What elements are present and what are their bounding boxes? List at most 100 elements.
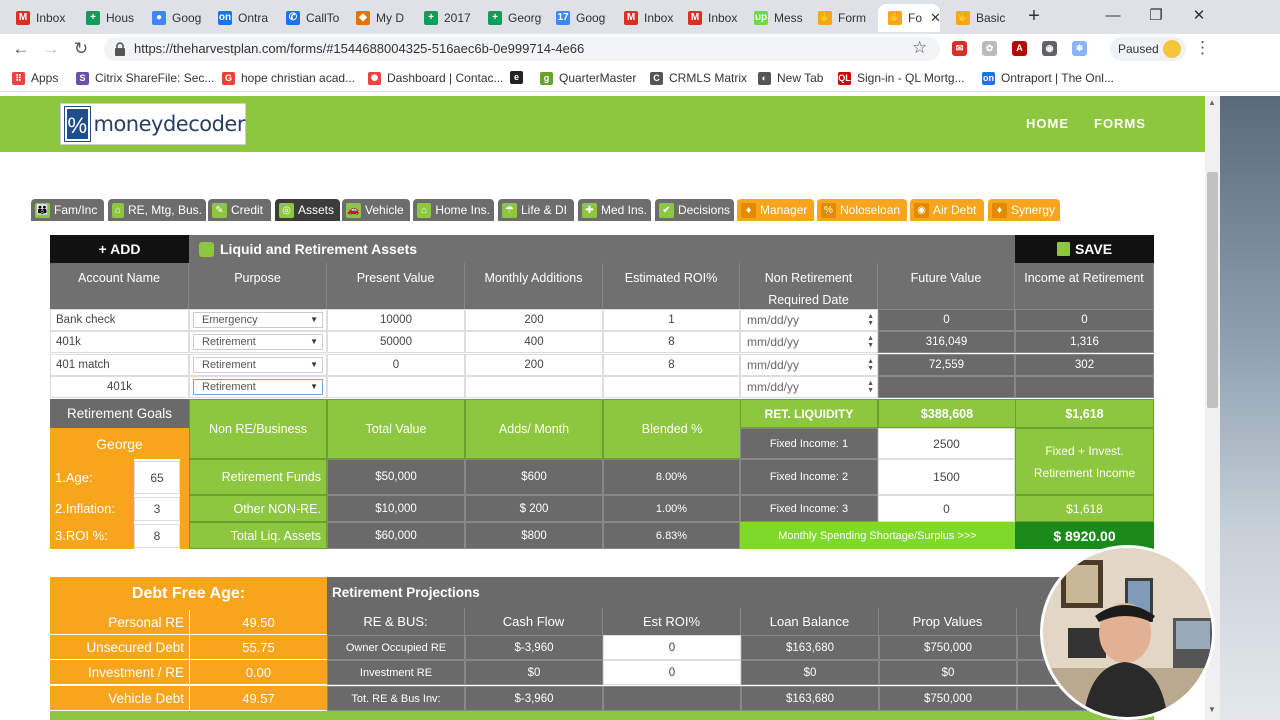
browser-tab[interactable]: ✋ Basic — [946, 4, 1012, 32]
nav-home-link[interactable]: HOME — [1026, 116, 1069, 131]
est-roi-field[interactable]: 0 — [603, 660, 741, 685]
purpose-select[interactable]: Retirement — [193, 357, 323, 373]
scrollbar-thumb[interactable] — [1207, 172, 1218, 408]
new-tab-button[interactable]: + — [1024, 6, 1044, 26]
back-button[interactable]: ← — [10, 38, 32, 60]
tab-air-debt[interactable]: ◉ Air Debt — [910, 199, 984, 221]
present-value-field[interactable]: 10000 — [327, 309, 465, 331]
tab-decisions[interactable]: ✔ Decisions — [655, 199, 734, 221]
bookmark-item[interactable]: Ghope christian acad... — [222, 71, 355, 85]
present-value-field[interactable]: 50000 — [327, 331, 465, 353]
spinner-icon[interactable]: ▲ ▼ — [867, 313, 874, 327]
spinner-icon[interactable]: ▲ ▼ — [867, 335, 874, 349]
profile-paused-button[interactable]: Paused — [1110, 37, 1186, 61]
scroll-down-icon[interactable]: ▼ — [1208, 705, 1216, 714]
inflation-input[interactable]: 3 — [134, 497, 180, 521]
fixed-income-input[interactable]: 0 — [878, 495, 1015, 522]
tab-life-di[interactable]: ☂ Life & DI — [498, 199, 574, 221]
monthly-additions-field[interactable]: 200 — [465, 354, 603, 376]
lock-icon[interactable] — [114, 41, 126, 57]
tab-credit[interactable]: ✎ Credit — [208, 199, 271, 221]
browser-tab[interactable]: 17 Goog — [546, 4, 612, 32]
browser-tab[interactable]: +2017 — [414, 4, 480, 32]
camera-extension-icon[interactable]: ◉ — [1042, 41, 1057, 56]
tab-noloseloan[interactable]: % Noloseloan — [817, 199, 907, 221]
estimated-roi-field[interactable] — [603, 376, 740, 398]
purpose-select[interactable]: Retirement — [193, 379, 323, 395]
bookmark-item[interactable]: g QuarterMaster — [540, 71, 636, 85]
pdf-extension-icon[interactable]: A — [1012, 41, 1027, 56]
browser-tab[interactable]: ● Goog — [142, 4, 208, 32]
account-name-field[interactable]: 401 match — [50, 354, 189, 376]
spinner-icon[interactable]: ▲ ▼ — [867, 380, 874, 394]
close-tab-icon[interactable]: ✕ — [930, 10, 940, 26]
browser-tab[interactable]: M Inbox — [6, 4, 72, 32]
bookmark-item[interactable]: e — [510, 71, 529, 84]
tab-re-mtg-bus[interactable]: ⌂ RE, Mtg, Bus. — [108, 199, 206, 221]
browser-tab[interactable]: up Mess — [744, 4, 810, 32]
monthly-additions-field[interactable] — [465, 376, 603, 398]
browser-tab[interactable]: M Inbox — [614, 4, 680, 32]
extension-icon[interactable]: ✿ — [982, 41, 997, 56]
estimated-roi-field[interactable]: 8 — [603, 354, 740, 376]
required-date-field[interactable]: mm/dd/yy ▲ ▼ — [740, 376, 878, 398]
browser-tab[interactable]: on Ontra — [208, 4, 274, 32]
browser-tab[interactable]: M Inbox — [678, 4, 744, 32]
gmail-extension-icon[interactable]: ✉ — [952, 41, 967, 56]
nav-forms-link[interactable]: FORMS — [1094, 116, 1146, 131]
browser-tab[interactable]: + Georg — [478, 4, 544, 32]
purpose-select[interactable]: Emergency — [193, 312, 323, 328]
tab-home-ins[interactable]: ⌂ Home Ins. — [413, 199, 494, 221]
monthly-additions-field[interactable]: 400 — [465, 331, 603, 353]
bookmark-item[interactable]: S Citrix ShareFile: Sec... — [76, 71, 214, 85]
est-roi-field[interactable]: 0 — [603, 635, 741, 660]
site-logo[interactable]: % moneydecoder — [60, 103, 246, 145]
required-date-field[interactable]: mm/dd/yy ▲ ▼ — [740, 331, 878, 353]
required-date-field[interactable]: mm/dd/yy ▲ ▼ — [740, 354, 878, 376]
bookmark-item[interactable]: ⠿ Apps — [12, 71, 58, 85]
account-name-field[interactable]: Bank check — [50, 309, 189, 331]
spinner-icon[interactable]: ▲ ▼ — [867, 358, 874, 372]
restore-button[interactable]: ❐ — [1143, 4, 1169, 28]
tab-fam-inc[interactable]: 👪 Fam/Inc — [31, 199, 104, 221]
close-window-button[interactable]: ✕ — [1186, 4, 1212, 28]
bookmark-item[interactable]: on Ontraport | The Onl... — [982, 71, 1114, 85]
estimated-roi-field[interactable]: 8 — [603, 331, 740, 353]
tab-vehicle[interactable]: 🚗 Vehicle — [342, 199, 410, 221]
browser-tab[interactable]: ✆ CallTo — [276, 4, 342, 32]
scroll-up-icon[interactable]: ▲ — [1208, 98, 1216, 107]
add-row-button[interactable]: + ADD — [50, 235, 189, 263]
browser-tab[interactable]: ◆ My D — [346, 4, 412, 32]
bookmark-item[interactable]: QL Sign-in - QL Mortg... — [838, 71, 965, 85]
forward-button[interactable]: → — [40, 38, 62, 60]
bookmark-item[interactable]: ✺ Dashboard | Contac... — [368, 71, 504, 85]
purpose-select[interactable]: Retirement — [193, 334, 323, 350]
tab-med-ins[interactable]: ✚ Med Ins. — [578, 199, 651, 221]
reload-button[interactable]: ↻ — [70, 38, 92, 60]
bookmark-star-icon[interactable]: ☆ — [912, 38, 927, 58]
fixed-income-input[interactable]: 1500 — [878, 459, 1015, 495]
bookmark-item[interactable]: ◐ New Tab — [758, 71, 823, 85]
age-input[interactable]: 65 — [134, 461, 180, 494]
snowflake-extension-icon[interactable]: ❄ — [1072, 41, 1087, 56]
minimize-button[interactable]: — — [1100, 4, 1126, 28]
account-name-field[interactable]: 401k — [50, 331, 189, 353]
present-value-field[interactable]: 0 — [327, 354, 465, 376]
monthly-additions-field[interactable]: 200 — [465, 309, 603, 331]
bookmark-item[interactable]: C CRMLS Matrix — [650, 71, 747, 85]
account-name-field[interactable]: 401k — [50, 376, 189, 398]
browser-menu-icon[interactable]: ⋮ — [1194, 38, 1211, 58]
fixed-income-input[interactable]: 2500 — [878, 428, 1015, 459]
estimated-roi-field[interactable]: 1 — [603, 309, 740, 331]
browser-tab[interactable]: ✋ Form — [808, 4, 874, 32]
save-button[interactable]: SAVE — [1015, 235, 1154, 263]
address-bar[interactable]: https://theharvestplan.com/forms/#154468… — [104, 37, 940, 61]
tab-active[interactable]: ✋ Fo ✕ — [878, 4, 940, 32]
browser-tab[interactable]: + Hous — [76, 4, 142, 32]
tab-assets[interactable]: ◎ Assets — [275, 199, 340, 221]
tab-manager[interactable]: ♦ Manager — [737, 199, 814, 221]
required-date-field[interactable]: mm/dd/yy ▲ ▼ — [740, 309, 878, 331]
roi-input[interactable]: 8 — [134, 524, 180, 548]
tab-synergy[interactable]: ♦ Synergy — [988, 199, 1060, 221]
present-value-field[interactable] — [327, 376, 465, 398]
